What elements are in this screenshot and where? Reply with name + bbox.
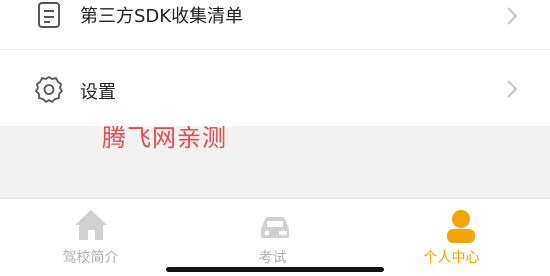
watermark-text: 腾飞网亲测 xyxy=(102,124,227,152)
tab-label-driving-school-intro: 驾校简介 xyxy=(62,250,119,266)
person-icon xyxy=(447,210,475,243)
settings-item[interactable]: 设置 xyxy=(0,64,550,114)
car-icon xyxy=(261,217,289,238)
document-list-icon xyxy=(38,2,60,28)
tab-driving-school-intro[interactable]: 驾校简介 xyxy=(0,199,183,276)
gear-icon xyxy=(35,76,63,103)
chevron-right-icon xyxy=(507,7,518,25)
settings-label: 设置 xyxy=(80,82,116,103)
house-icon xyxy=(75,210,107,240)
chevron-right-icon xyxy=(507,80,518,98)
bottom-tab-bar: 驾校简介 考试 个人中心 xyxy=(0,198,550,276)
home-indicator[interactable] xyxy=(166,267,384,272)
divider xyxy=(0,49,550,50)
menu-list: 第三方SDK收集清单 设置 xyxy=(0,0,550,126)
tab-exam[interactable]: 考试 xyxy=(183,199,366,276)
sdk-list-label: 第三方SDK收集清单 xyxy=(80,6,244,27)
tab-label-exam: 考试 xyxy=(258,250,287,266)
tab-label-personal-center: 个人中心 xyxy=(423,250,480,266)
sdk-list-item[interactable]: 第三方SDK收集清单 xyxy=(0,0,550,50)
tab-personal-center[interactable]: 个人中心 xyxy=(366,199,549,276)
